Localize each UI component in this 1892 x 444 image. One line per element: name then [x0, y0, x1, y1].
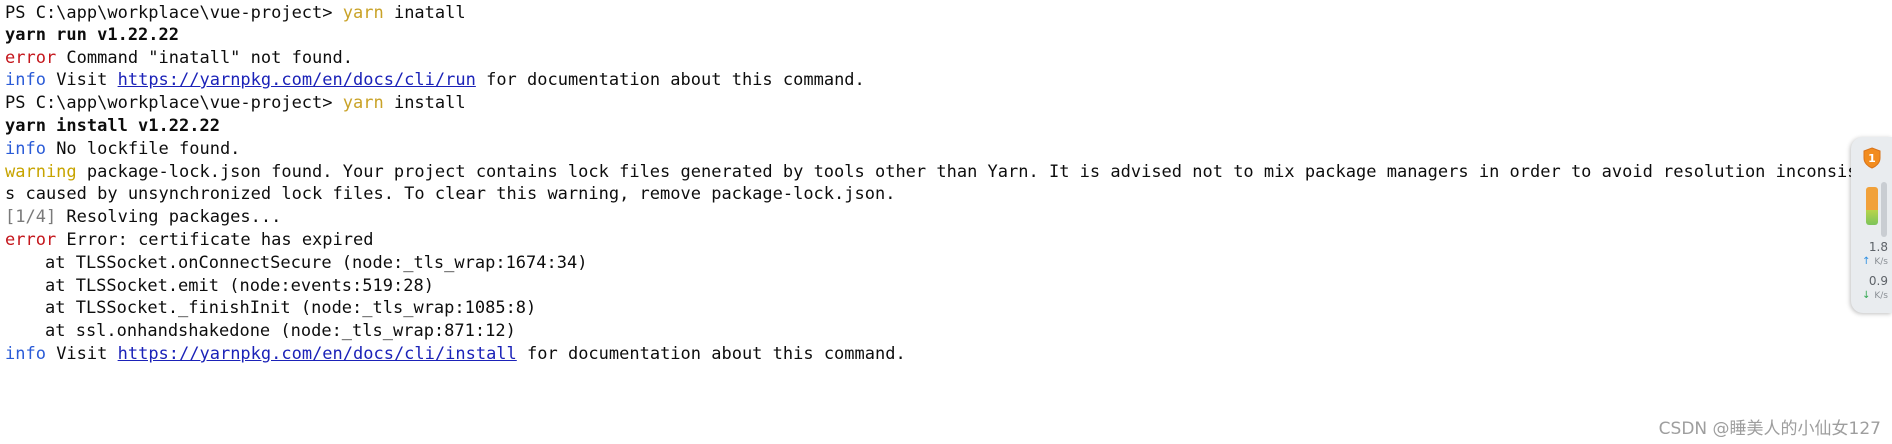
info-text: No lockfile found.	[45, 139, 241, 159]
step-label: [1/4]	[5, 207, 57, 227]
meter-scrollbar[interactable]	[1881, 182, 1887, 237]
error-message: Error: certificate has expired	[56, 230, 374, 250]
usage-meter	[1866, 187, 1878, 225]
info-text: for documentation about this command.	[475, 70, 865, 90]
csdn-watermark: CSDN @睡美人的小仙女127	[1658, 419, 1881, 439]
upload-speed-unit: K/s	[1874, 257, 1888, 267]
info-label: info	[5, 139, 46, 159]
upload-speed-value: 1.8	[1868, 240, 1888, 254]
shield-badge-count: 1	[1868, 152, 1876, 165]
network-speed-widget[interactable]: 1 1.8 ↑ K/s 0.9 ↓ K/s	[1851, 137, 1892, 313]
upload-arrow-icon: ↑	[1862, 256, 1871, 267]
download-speed: 0.9 ↓ K/s	[1851, 275, 1888, 303]
info-label: info	[5, 70, 46, 90]
terminal-output[interactable]: PS C:\app\workplace\vue-project> yarn in…	[0, 0, 1892, 444]
info-text: for documentation about this command.	[516, 344, 906, 364]
download-speed-unit: K/s	[1874, 291, 1888, 301]
docs-link[interactable]: https://yarnpkg.com/en/docs/cli/run	[118, 70, 476, 90]
upload-speed: 1.8 ↑ K/s	[1851, 241, 1888, 269]
info-label: info	[5, 344, 46, 364]
docs-link[interactable]: https://yarnpkg.com/en/docs/cli/install	[118, 344, 517, 364]
error-label: error	[5, 48, 57, 68]
command-argument: install	[383, 93, 466, 113]
error-message: Command "inatall" not found.	[56, 48, 353, 68]
step-text: Resolving packages...	[56, 207, 282, 227]
warning-label: warning	[5, 162, 77, 182]
info-text: Visit	[45, 344, 118, 364]
error-label: error	[5, 230, 57, 250]
info-line: info Visit https://yarnpkg.com/en/docs/c…	[5, 341, 906, 368]
download-arrow-icon: ↓	[1862, 290, 1871, 301]
prompt-path: PS C:\app\workplace\vue-project>	[5, 93, 333, 113]
command-keyword: yarn	[342, 93, 384, 113]
command-keyword: yarn	[342, 3, 384, 23]
download-speed-value: 0.9	[1868, 274, 1888, 288]
info-text: Visit	[45, 70, 118, 90]
shield-icon[interactable]: 1	[1862, 147, 1882, 169]
command-argument: inatall	[383, 3, 466, 23]
warning-message: package-lock.json found. Your project co…	[76, 162, 1892, 182]
prompt-path: PS C:\app\workplace\vue-project>	[5, 3, 333, 23]
